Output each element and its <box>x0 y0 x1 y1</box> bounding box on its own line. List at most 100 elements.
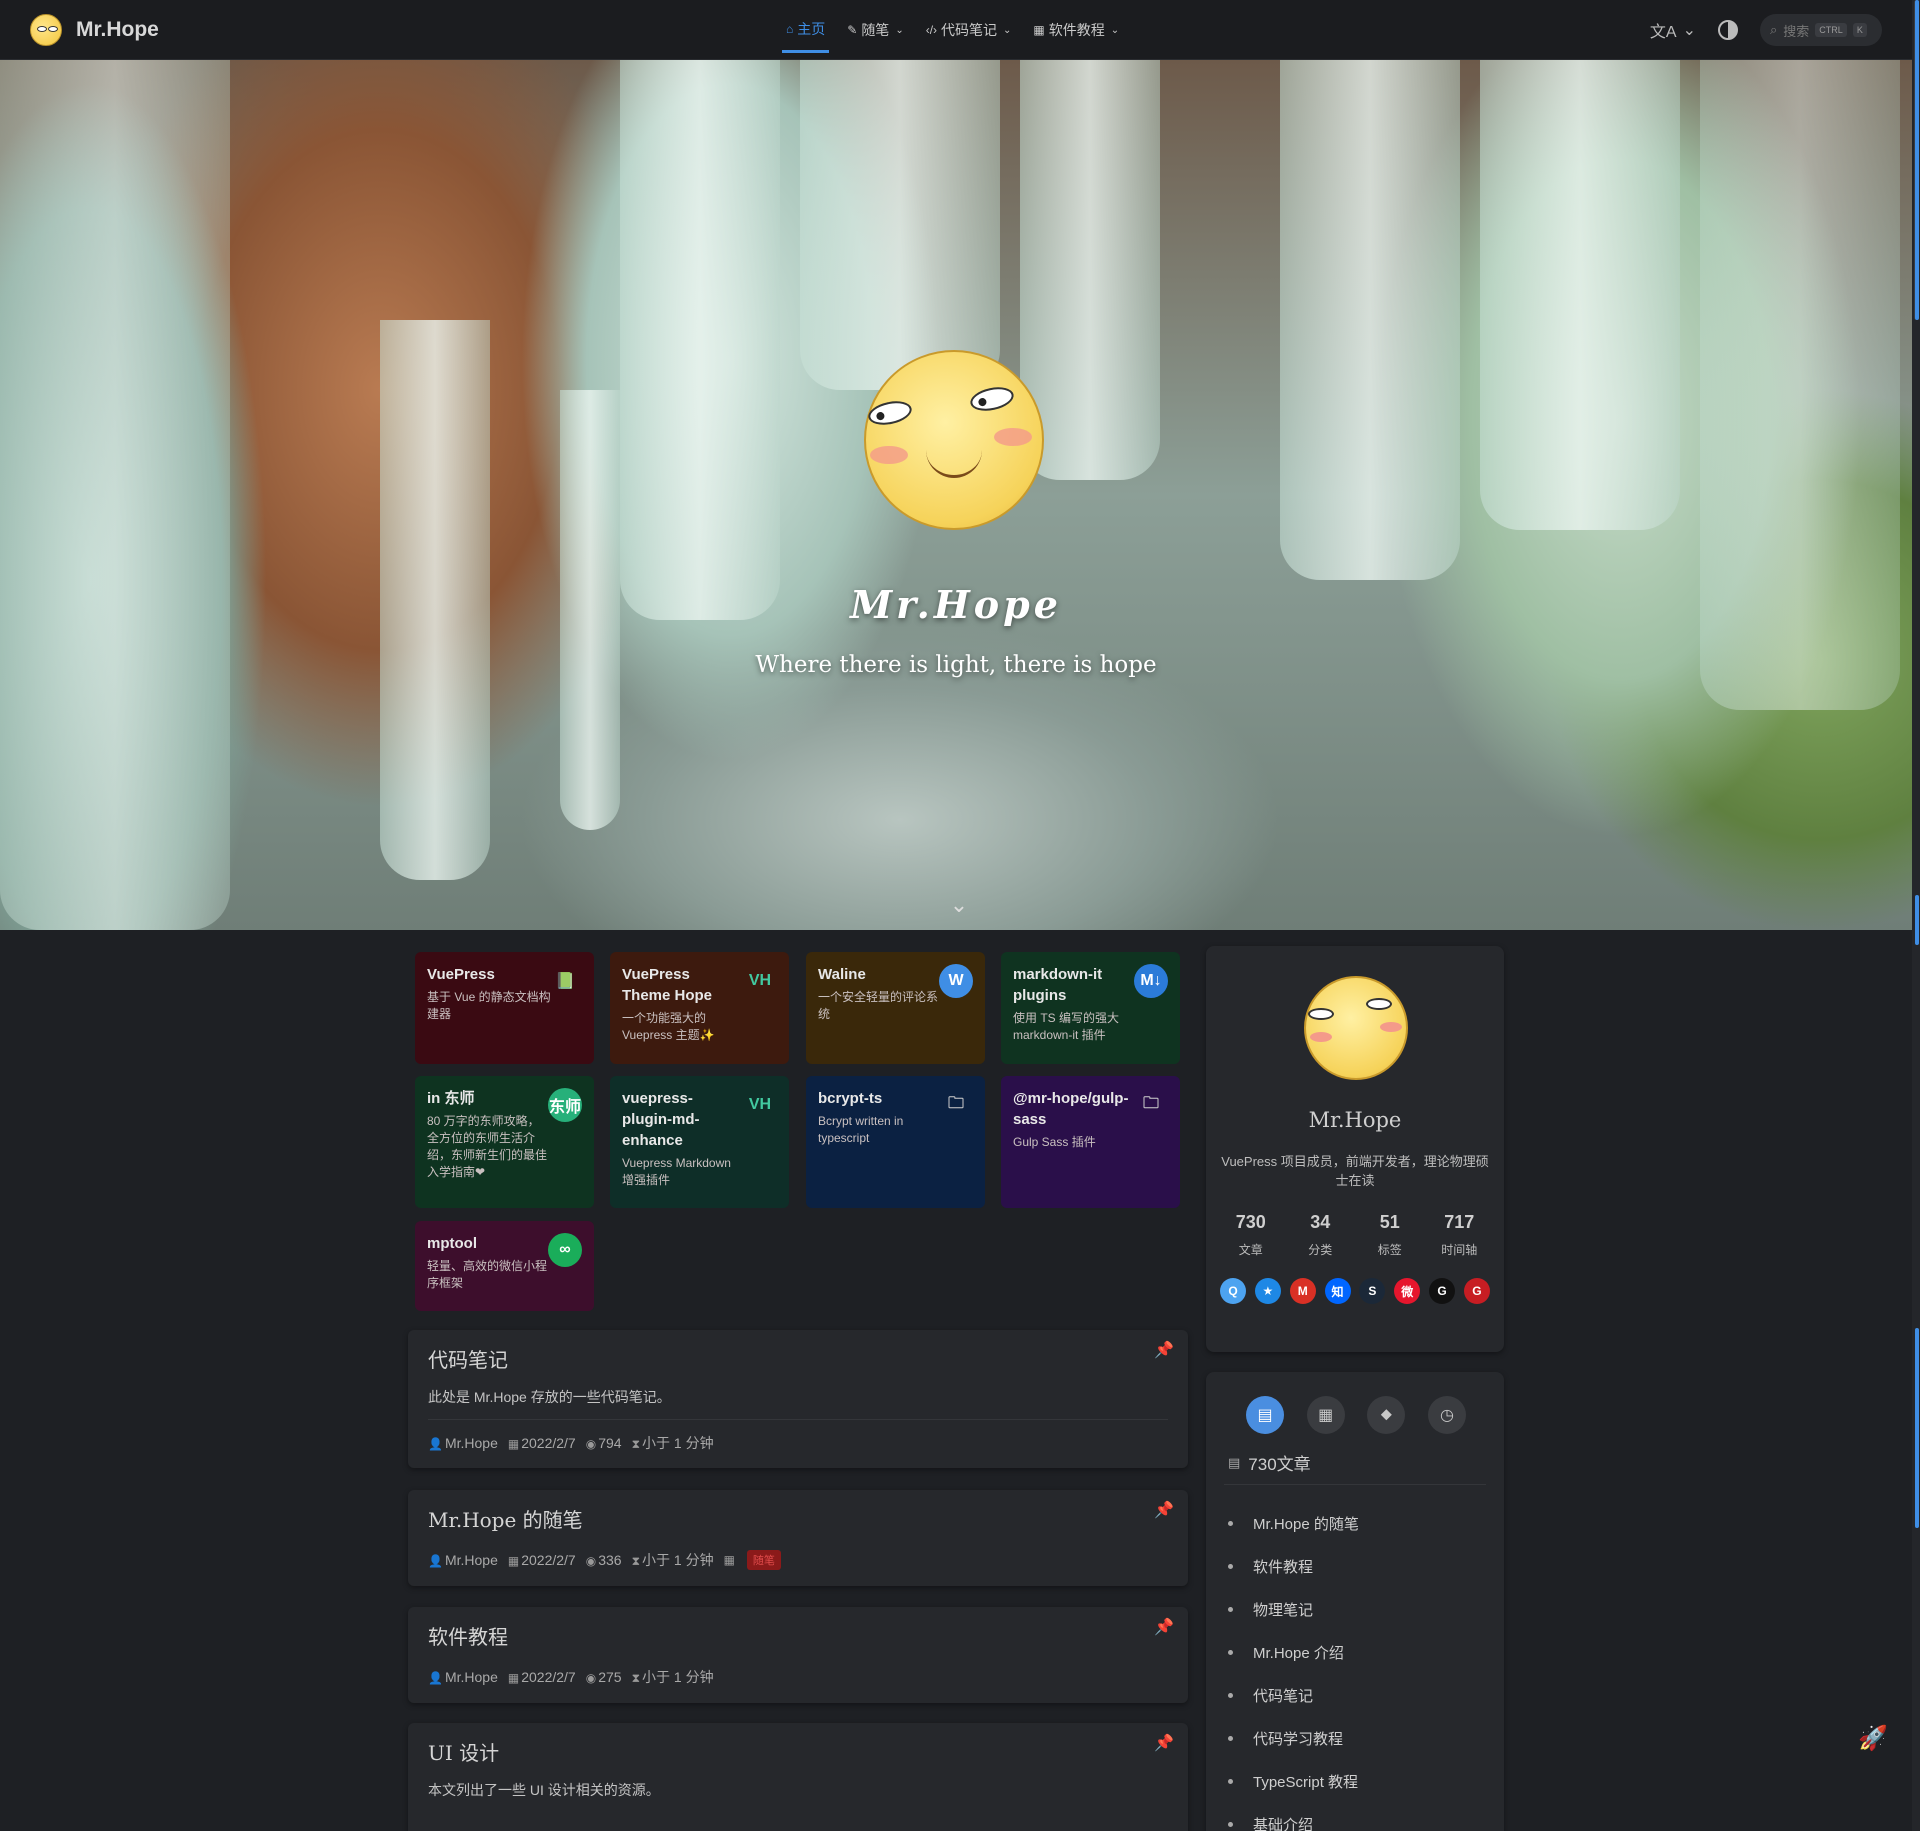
mini-program-icon: ∞ <box>548 1233 582 1267</box>
article-title[interactable]: Mr.Hope 的随笔 <box>428 1504 1168 1533</box>
article-author: Mr.Hope <box>444 1552 498 1568</box>
gmail-icon[interactable]: M <box>1289 1278 1316 1304</box>
hourglass-icon: ⧗ <box>631 1671 640 1685</box>
project-name: bcrypt-ts <box>818 1090 883 1107</box>
timeline-icon[interactable]: ◷ <box>1427 1396 1466 1434</box>
zhihu-icon[interactable]: 知 <box>1324 1278 1351 1304</box>
avatar[interactable] <box>1304 976 1408 1080</box>
stat-tags[interactable]: 51 标签 <box>1360 1212 1420 1258</box>
info-panel: ▤ ▦ ⬥ ◷ ▤ 730文章 Mr.Hope 的随笔 软件教程 物理笔记 Mr.Ho… <box>1206 1372 1504 1831</box>
language-switch[interactable]: 文A ⌄ <box>1650 18 1696 42</box>
shortcut-key-k: K <box>1852 23 1867 37</box>
stat-label: 标签 <box>1377 1243 1402 1257</box>
article-card[interactable]: 📌 Mr.Hope 的随笔 👤 Mr.Hope ▦ 2022/2/7 ◉ 336 ⧗ 小… <box>408 1490 1188 1586</box>
project-card[interactable]: VuePress 基于 Vue 的静态文档构建器 📗 <box>415 952 594 1064</box>
stat-categories[interactable]: 34 分类 <box>1290 1212 1350 1258</box>
project-description: Gulp Sass 插件 <box>1013 1135 1096 1149</box>
calendar-icon: ▦ <box>507 1437 520 1451</box>
brand-link[interactable]: Mr.Hope <box>30 13 159 46</box>
weibo-icon[interactable]: 微 <box>1394 1278 1421 1304</box>
back-to-top-icon[interactable]: 🚀 <box>1858 1724 1888 1758</box>
hourglass-icon: ⧗ <box>631 1437 640 1451</box>
project-description: 80 万字的东师攻略，全方位的东师生活介绍，东师新生们的最佳入学指南❤ <box>427 1114 548 1179</box>
article-meta: 👤 Mr.Hope ▦ 2022/2/7 ◉ 336 ⧗ 小于 1 分钟 ▦ 随笔 <box>428 1537 1168 1583</box>
project-card[interactable]: VuePress Theme Hope 一个功能强大的 Vuepress 主题✨ V… <box>610 952 789 1064</box>
list-item[interactable]: 基础介绍 <box>1228 1803 1359 1831</box>
list-item[interactable]: 物理笔记 <box>1228 1588 1359 1631</box>
article-views: 275 <box>598 1669 622 1685</box>
theme-toggle-icon[interactable] <box>1718 20 1738 40</box>
project-name: vuepress-plugin-md-enhance <box>622 1090 700 1149</box>
nav-code[interactable]: ‹/› 代码笔记 ⌄ <box>922 0 1016 60</box>
list-item[interactable]: 代码学习教程 <box>1228 1717 1359 1760</box>
article-list-icon[interactable]: ▤ <box>1246 1396 1284 1434</box>
project-description: 一个安全轻量的评论系统 <box>818 990 939 1021</box>
scrollbar[interactable] <box>1912 0 1920 1831</box>
nav-right: 文A ⌄ ⌕ 搜索 CTRL K <box>1650 0 1882 60</box>
social-links: Q ★ M 知 S 微 G G <box>1220 1278 1490 1304</box>
stat-number: 717 <box>1444 1212 1475 1232</box>
article-meta: 👤 Mr.Hope ▦ 2022/2/7 ◉ 794 ⧗ 小于 1 分钟 <box>428 1420 1168 1466</box>
chevron-down-icon: ⌄ <box>1110 24 1120 36</box>
project-name: Waline <box>818 966 866 983</box>
steam-icon[interactable]: S <box>1359 1278 1386 1304</box>
nav-essay[interactable]: ✎ 随笔 ⌄ <box>843 0 907 60</box>
category-icon[interactable]: ▦ <box>1306 1396 1345 1434</box>
article-tag[interactable]: 随笔 <box>746 1550 781 1570</box>
project-card[interactable]: in 东师 80 万字的东师攻略，全方位的东师生活介绍，东师新生们的最佳入学指南❤… <box>415 1076 594 1208</box>
article-title[interactable]: UI 设计 <box>428 1737 1168 1766</box>
project-description: 一个功能强大的 Vuepress 主题✨ <box>622 1011 715 1042</box>
list-item[interactable]: 代码笔记 <box>1228 1674 1359 1717</box>
nav-software[interactable]: ▦ 软件教程 ⌄ <box>1029 0 1123 60</box>
waline-icon: W <box>939 964 973 998</box>
tag-icon[interactable]: ⬥ <box>1367 1396 1406 1434</box>
project-card[interactable]: Waline 一个安全轻量的评论系统 W <box>806 952 985 1064</box>
article-card[interactable]: 📌 UI 设计 本文列出了一些 UI 设计相关的资源。 <box>408 1723 1188 1831</box>
blogger-stats: 730 文章 34 分类 51 标签 717 时间轴 <box>1216 1212 1494 1258</box>
logo-icon <box>30 13 62 46</box>
stat-number: 34 <box>1310 1212 1331 1232</box>
article-title[interactable]: 代码笔记 <box>428 1344 1168 1373</box>
article-card[interactable]: 📌 代码笔记 此处是 Mr.Hope 存放的一些代码笔记。 👤 Mr.Hope ▦… <box>408 1330 1188 1468</box>
nav-home-label: 主页 <box>797 20 826 37</box>
article-reading-time: 小于 1 分钟 <box>642 1669 714 1685</box>
list-item[interactable]: 软件教程 <box>1228 1545 1359 1588</box>
project-card[interactable]: @mr-hope/gulp-sass Gulp Sass 插件 🗀 <box>1001 1076 1180 1208</box>
scroll-down-icon[interactable]: ⌄ <box>942 892 976 917</box>
list-item[interactable]: Mr.Hope 介绍 <box>1228 1631 1359 1674</box>
article-title[interactable]: 软件教程 <box>428 1621 1168 1650</box>
article-date: 2022/2/7 <box>521 1669 576 1685</box>
pin-icon: 📌 <box>1154 1502 1174 1519</box>
search-box[interactable]: ⌕ 搜索 CTRL K <box>1760 14 1882 46</box>
article-list: Mr.Hope 的随笔 软件教程 物理笔记 Mr.Hope 介绍 代码笔记 代码学习教程 T… <box>1228 1502 1359 1831</box>
info-panel-title[interactable]: ▤ 730文章 <box>1228 1450 1311 1475</box>
hourglass-icon: ⧗ <box>631 1554 640 1568</box>
pin-icon: 📌 <box>1154 1342 1174 1359</box>
stat-timeline[interactable]: 717 时间轴 <box>1429 1212 1489 1258</box>
pin-icon: 📌 <box>1154 1619 1174 1636</box>
project-name: VuePress Theme Hope <box>622 966 713 1004</box>
nav-links: ⌂ 主页 ✎ 随笔 ⌄ ‹/› 代码笔记 ⌄ ▦ 软件教程 ⌄ <box>782 0 1123 60</box>
qzone-icon[interactable]: ★ <box>1254 1278 1281 1304</box>
article-date: 2022/2/7 <box>521 1435 576 1451</box>
nav-home[interactable]: ⌂ 主页 <box>782 7 830 53</box>
list-item[interactable]: Mr.Hope 的随笔 <box>1228 1502 1359 1545</box>
project-card[interactable]: markdown-it plugins 使用 TS 编写的强大 markdown-… <box>1001 952 1180 1064</box>
qq-icon[interactable]: Q <box>1220 1278 1246 1304</box>
markdown-icon: M↓ <box>1134 964 1168 998</box>
github-icon[interactable]: G <box>1429 1278 1456 1304</box>
stat-label: 文章 <box>1238 1243 1263 1257</box>
info-switch: ▤ ▦ ⬥ ◷ <box>1246 1396 1466 1434</box>
chevron-down-icon: ⌄ <box>895 24 904 36</box>
stat-articles[interactable]: 730 文章 <box>1221 1212 1281 1258</box>
project-card[interactable]: vuepress-plugin-md-enhance Vuepress Markd… <box>610 1076 789 1208</box>
list-item[interactable]: TypeScript 教程 <box>1228 1760 1359 1803</box>
gitee-icon[interactable]: G <box>1463 1278 1490 1304</box>
project-description: 使用 TS 编写的强大 markdown-it 插件 <box>1013 1011 1120 1042</box>
article-count: 730文章 <box>1248 1455 1311 1474</box>
article-card[interactable]: 📌 软件教程 👤 Mr.Hope ▦ 2022/2/7 ◉ 275 ⧗ 小于 1 分钟 <box>408 1607 1188 1703</box>
project-card[interactable]: bcrypt-ts Bcrypt written in typescript 🗀 <box>806 1076 985 1208</box>
project-card[interactable]: mptool 轻量、高效的微信小程序框架 ∞ <box>415 1221 594 1311</box>
project-description: Vuepress Markdown 增强插件 <box>622 1156 731 1187</box>
nav-software-label: 软件教程 <box>1048 22 1105 38</box>
